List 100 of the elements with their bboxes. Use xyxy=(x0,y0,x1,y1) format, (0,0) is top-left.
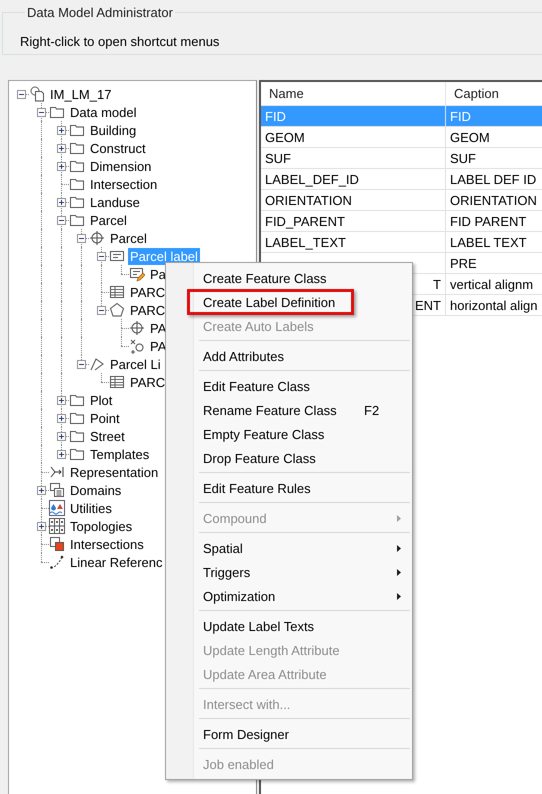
expand-icon[interactable] xyxy=(57,144,66,153)
table-cell: LABEL DEF ID xyxy=(450,172,536,186)
collapse-icon[interactable] xyxy=(77,234,86,243)
table-cell: LABEL TEXT xyxy=(450,234,527,250)
menu-item[interactable]: Update Label Texts xyxy=(166,614,412,638)
table-cell: PRE xyxy=(450,256,477,270)
expand-icon[interactable] xyxy=(57,414,66,423)
column-header[interactable]: Name xyxy=(261,82,446,105)
table-row[interactable]: LABEL_DEF_ID LABEL DEF ID xyxy=(261,169,542,190)
menu-item[interactable]: Add Attributes xyxy=(166,344,412,368)
tree-item[interactable]: Landuse xyxy=(88,194,142,210)
column-header[interactable]: Caption xyxy=(446,82,542,105)
menu-item[interactable]: Triggers xyxy=(166,560,412,584)
table-cell: vertical alignm xyxy=(450,276,534,292)
tree-item[interactable]: Point xyxy=(88,410,122,426)
expand-icon[interactable] xyxy=(57,126,66,135)
tree-item[interactable]: PARC xyxy=(128,374,168,390)
expand-icon[interactable] xyxy=(57,396,66,405)
tree-item[interactable]: Intersection xyxy=(88,176,160,192)
menu-item[interactable]: Optimization xyxy=(166,584,412,608)
table-cell: T xyxy=(433,276,441,292)
table-row[interactable]: FID_PARENT FID PARENT xyxy=(261,211,542,232)
table-icon xyxy=(109,374,125,390)
folder-icon xyxy=(69,140,85,156)
collapse-icon[interactable] xyxy=(57,216,66,225)
intersection-icon xyxy=(49,536,65,552)
collapse-icon[interactable] xyxy=(97,306,106,315)
expand-icon[interactable] xyxy=(37,522,46,531)
folder-icon xyxy=(49,104,65,120)
collapse-icon[interactable] xyxy=(17,90,26,99)
tree-item[interactable]: Street xyxy=(88,428,127,444)
collapse-icon[interactable] xyxy=(97,252,106,261)
tree-item[interactable]: PA xyxy=(148,338,168,354)
tree-item[interactable]: IM_LM_17 xyxy=(48,86,114,102)
folder-icon xyxy=(69,212,85,228)
tree-item[interactable]: PARC xyxy=(128,302,168,318)
tree-item[interactable]: Domains xyxy=(68,482,124,498)
table-icon xyxy=(109,284,125,300)
table-cell: SUF xyxy=(450,150,476,166)
tree-item[interactable]: Parcel xyxy=(88,212,129,228)
table-cell: LABEL_DEF_ID xyxy=(265,172,359,186)
folder-icon xyxy=(69,446,85,462)
hint-text: Right-click to open shortcut menus xyxy=(20,33,220,49)
tree-item[interactable]: Parcel Li xyxy=(108,356,163,372)
tree-item[interactable]: PARC xyxy=(128,284,168,300)
tree-item[interactable]: Representation xyxy=(68,464,160,480)
menu-item[interactable]: Spatial xyxy=(166,536,412,560)
folder-icon xyxy=(69,176,85,192)
pentagon-icon xyxy=(109,302,125,318)
menu-item[interactable]: Drop Feature Class xyxy=(166,446,412,470)
tree-item[interactable]: Building xyxy=(88,122,138,138)
menu-item[interactable]: Empty Feature Class xyxy=(166,422,412,446)
table-cell: horizontal align xyxy=(450,298,538,312)
table-row[interactable]: SUF SUF xyxy=(261,148,542,169)
collapse-icon[interactable] xyxy=(77,360,86,369)
expand-icon[interactable] xyxy=(37,486,46,495)
tree-item[interactable]: Linear Referenc xyxy=(68,554,164,570)
tree-item[interactable]: Construct xyxy=(88,140,148,156)
table-cell: FID xyxy=(265,108,286,124)
table-cell: GEOM xyxy=(265,130,305,144)
menu-item[interactable]: Create Feature Class xyxy=(166,266,412,290)
tree-item[interactable]: Data model xyxy=(68,104,138,120)
table-cell: FID PARENT xyxy=(450,214,526,228)
topology-icon xyxy=(49,518,65,534)
table-cell: FID_PARENT xyxy=(265,214,345,228)
tree-item[interactable]: Plot xyxy=(88,392,114,408)
folder-icon xyxy=(69,122,85,138)
domains-icon xyxy=(49,482,65,498)
table-cell: ORIENTATION xyxy=(450,192,537,208)
group-title: Data Model Administrator xyxy=(26,5,174,20)
tree-item[interactable]: Utilities xyxy=(68,500,114,516)
menu-item[interactable]: Form Designer xyxy=(166,722,412,746)
expand-icon[interactable] xyxy=(57,450,66,459)
menu-item[interactable]: Create Label Definition xyxy=(187,289,354,315)
expand-icon[interactable] xyxy=(57,198,66,207)
tree-item[interactable]: Parcel xyxy=(108,230,149,246)
tree-item[interactable]: Topologies xyxy=(68,518,134,534)
representation-icon xyxy=(49,464,65,480)
collapse-icon[interactable] xyxy=(37,108,46,117)
table-cell: FID xyxy=(450,108,471,124)
menu-item[interactable]: Rename Feature Class F2 xyxy=(166,398,412,422)
expand-icon[interactable] xyxy=(57,162,66,171)
table-row[interactable]: ORIENTATION ORIENTATION xyxy=(261,190,542,211)
tree-item[interactable]: Dimension xyxy=(88,158,154,174)
crosshair-icon xyxy=(89,230,105,246)
menu-item[interactable]: Edit Feature Class xyxy=(166,374,412,398)
tree-item[interactable]: Intersections xyxy=(68,536,146,552)
tree-item[interactable]: PA xyxy=(148,320,168,336)
database-icon xyxy=(29,86,45,102)
tree-item[interactable]: Templates xyxy=(88,446,152,462)
tree-item[interactable]: Pa xyxy=(148,266,168,282)
folder-icon xyxy=(69,428,85,444)
menu-item[interactable]: Edit Feature Rules xyxy=(166,476,412,500)
folder-icon xyxy=(69,410,85,426)
table-cell: ORIENTATION xyxy=(265,192,352,208)
table-row[interactable]: GEOM GEOM xyxy=(261,127,542,148)
folder-icon xyxy=(69,194,85,210)
expand-icon[interactable] xyxy=(57,432,66,441)
table-cell: ENT xyxy=(415,298,441,312)
table-row[interactable]: LABEL_TEXT LABEL TEXT xyxy=(261,232,542,253)
